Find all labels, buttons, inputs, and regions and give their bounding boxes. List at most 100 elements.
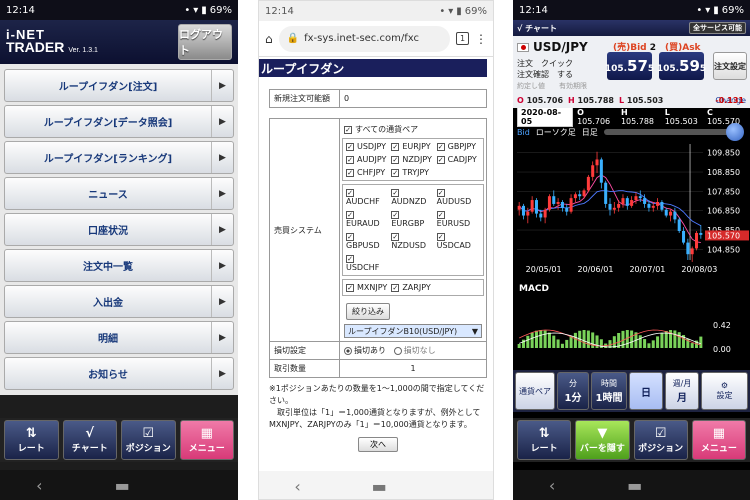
- stoploss-off-radio[interactable]: 損切なし: [393, 346, 436, 355]
- macd-bar: [547, 332, 551, 348]
- macd-bar: [638, 335, 642, 348]
- candle: [664, 209, 668, 216]
- macd-bar: [656, 336, 660, 348]
- filter-button[interactable]: 絞り込み: [346, 303, 390, 320]
- pair-checkbox[interactable]: ✓EURUSD: [436, 210, 480, 228]
- stoploss-on-radio[interactable]: 損切あり: [344, 346, 386, 355]
- logout-button[interactable]: ログアウト: [178, 24, 232, 60]
- menu-item-open-orders[interactable]: 注文中一覧 ▶: [4, 249, 234, 282]
- home-icon[interactable]: ▬: [627, 476, 642, 495]
- dot-icon: •: [439, 5, 446, 17]
- checkbox-icon: ☑: [142, 425, 155, 441]
- period-day-button[interactable]: 日: [629, 372, 663, 410]
- pair-checkbox[interactable]: ✓ ZARJPY: [391, 283, 434, 292]
- pair-checkbox[interactable]: ✓ GBPJPY: [436, 142, 480, 151]
- pair-checkbox[interactable]: ✓ USDJPY: [346, 142, 389, 151]
- next-button[interactable]: 次へ: [358, 437, 398, 452]
- us-flag-icon: [517, 42, 529, 52]
- candle: [521, 205, 526, 216]
- chart-controls: Bid ローソク足 日足: [513, 123, 750, 141]
- candle: [578, 194, 582, 197]
- pair-checkbox[interactable]: ✓NZDUSD: [391, 232, 434, 250]
- pair-checkbox[interactable]: ✓AUDCHF: [346, 188, 389, 206]
- back-icon[interactable]: ‹: [294, 477, 300, 496]
- all-pairs-checkbox[interactable]: ✓ すべての通貨ペア: [344, 124, 484, 135]
- pair-checkbox[interactable]: ✓ CHFJPY: [346, 168, 389, 177]
- pair-checkbox[interactable]: ✓ AUDJPY: [346, 155, 389, 164]
- checkbox-icon: ☑: [654, 425, 667, 441]
- tab-position[interactable]: ☑ ポジション: [633, 420, 688, 460]
- bid-price-button[interactable]: 105. 57 5: [605, 52, 654, 80]
- chart-settings-button[interactable]: ⚙ 設定: [701, 372, 748, 410]
- pair-checkbox[interactable]: ✓EURAUD: [346, 210, 389, 228]
- tab-chart[interactable]: √ チャート: [62, 420, 117, 460]
- menu-item-loop-data[interactable]: ループイフダン[データ照会] ▶: [4, 105, 234, 138]
- period-minute-button[interactable]: 分 1分: [557, 372, 589, 410]
- check-icon: ✓: [436, 142, 445, 151]
- tab-position[interactable]: ☑ ポジション: [121, 420, 176, 460]
- back-icon[interactable]: ‹: [549, 476, 555, 495]
- pair-checkbox[interactable]: ✓ EURJPY: [391, 142, 434, 151]
- chart-scroll-slider[interactable]: [603, 123, 744, 141]
- check-icon: ✓: [346, 254, 354, 263]
- pair-checkbox[interactable]: ✓USDCHF: [346, 254, 389, 272]
- home-icon[interactable]: ▬: [115, 476, 130, 495]
- pair-checkbox[interactable]: ✓ NZDJPY: [391, 155, 434, 164]
- price-type-toggle[interactable]: Bid: [517, 128, 530, 137]
- system-select[interactable]: ループイフダンB10(USD/JPY) ▼: [344, 324, 482, 338]
- macd-bar: [565, 339, 569, 348]
- macd-bar: [660, 333, 664, 348]
- menu-item-statement[interactable]: 明細 ▶: [4, 321, 234, 354]
- order-settings-button[interactable]: 注文設定: [713, 52, 747, 80]
- chart-period-label[interactable]: 日足: [582, 127, 598, 138]
- pair-select-button[interactable]: 通貨ペア: [515, 372, 555, 410]
- android-nav-bar: ‹ ▬: [259, 471, 493, 499]
- pair-checkbox[interactable]: ✓EURGBP: [391, 210, 434, 228]
- candle: [612, 207, 616, 210]
- chart-type-label[interactable]: ローソク足: [536, 127, 576, 138]
- tab-rate[interactable]: ⇅ レート: [4, 420, 59, 460]
- macd-bar: [573, 332, 577, 348]
- home-icon[interactable]: ⌂: [265, 32, 273, 46]
- menu-item-news[interactable]: ニュース ▶: [4, 177, 234, 210]
- ask-price-button[interactable]: 105. 59 5: [657, 52, 706, 80]
- check-icon: ✓: [391, 210, 400, 219]
- candle: [699, 232, 703, 235]
- period-week-month-button[interactable]: 週/月月: [665, 372, 699, 410]
- candlestick-chart[interactable]: 109.850108.850107.850106.850105.850104.8…: [513, 140, 750, 280]
- grid-icon: ▦: [712, 425, 726, 441]
- macd-bar: [530, 332, 534, 348]
- pair-checkbox[interactable]: ✓ TRYJPY: [391, 168, 434, 177]
- menu-item-loop-ranking[interactable]: ループイフダン[ランキング] ▶: [4, 141, 234, 174]
- pair-checkbox[interactable]: ✓AUDNZD: [391, 188, 434, 206]
- pair-checkbox[interactable]: ✓AUDUSD: [436, 188, 480, 206]
- chevron-right-icon: ▶: [211, 142, 233, 173]
- more-menu-icon[interactable]: ⋮: [475, 32, 487, 46]
- currency-pair[interactable]: USD/JPY: [517, 40, 588, 54]
- tab-menu[interactable]: ▦ メニュー: [691, 420, 746, 460]
- slider-knob[interactable]: [726, 123, 744, 141]
- menu-item-notices[interactable]: お知らせ ▶: [4, 357, 234, 390]
- menu-item-deposit[interactable]: 入出金 ▶: [4, 285, 234, 318]
- candle: [608, 203, 612, 210]
- menu-item-account[interactable]: 口座状況 ▶: [4, 213, 234, 246]
- check-icon: ✓: [346, 142, 354, 151]
- pair-checkbox[interactable]: ✓GBPUSD: [346, 232, 389, 250]
- pair-checkbox[interactable]: ✓USDCAD: [436, 232, 480, 250]
- tab-hide-bar[interactable]: ▼ バーを隠す: [575, 420, 630, 460]
- url-bar[interactable]: 🔒 fx-sys.inet-sec.com/fxc: [278, 25, 450, 52]
- pair-checkbox[interactable]: ✓ MXNJPY: [346, 283, 389, 292]
- quantity-input[interactable]: 1: [339, 359, 487, 378]
- tab-count-icon[interactable]: 1: [456, 32, 469, 45]
- menu-item-loop-order[interactable]: ループイフダン[注文] ▶: [4, 69, 234, 102]
- status-time: 12:14: [265, 5, 294, 17]
- tab-rate[interactable]: ⇅ レート: [517, 420, 572, 460]
- back-icon[interactable]: ‹: [36, 476, 42, 495]
- tab-menu[interactable]: ▦ メニュー: [179, 420, 234, 460]
- period-hour-button[interactable]: 時間 1時間: [591, 372, 627, 410]
- pair-checkbox[interactable]: ✓ CADJPY: [436, 155, 480, 164]
- y-tick-label: 107.850: [707, 187, 740, 196]
- macd-chart: 0.42 0.00: [517, 321, 731, 354]
- home-icon[interactable]: ▬: [372, 477, 387, 496]
- candle: [694, 232, 699, 249]
